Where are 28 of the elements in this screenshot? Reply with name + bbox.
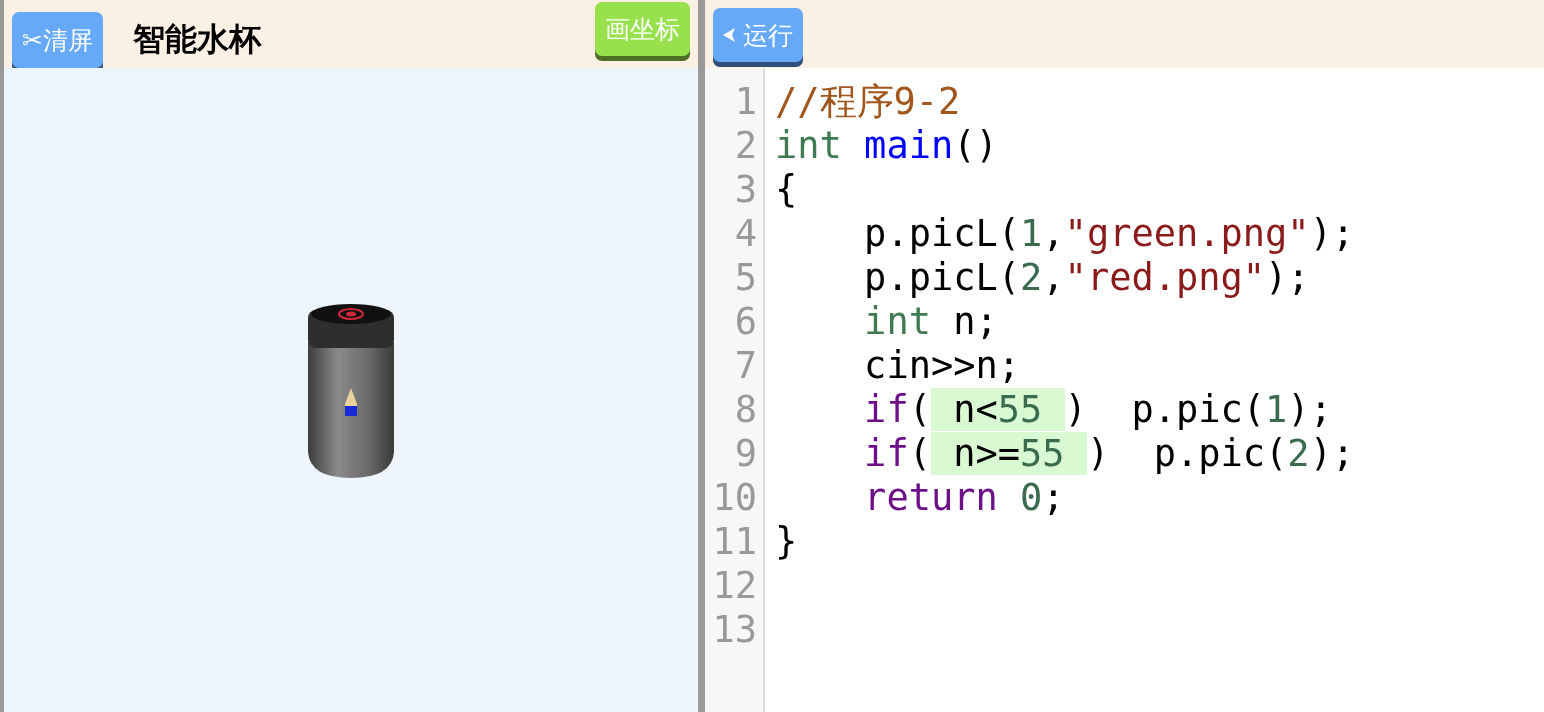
app-title: 智能水杯: [132, 19, 263, 60]
line-number: 3: [733, 168, 758, 212]
line-number: 12: [711, 564, 758, 608]
panel-splitter[interactable]: [698, 0, 705, 712]
code-line: if( n>=55 ) p.pic(2);: [863, 432, 1355, 476]
code-line: int n;: [863, 300, 999, 344]
line-number: 7: [733, 344, 758, 388]
line-number: 13: [711, 608, 758, 652]
code-line: int main(): [775, 124, 999, 168]
line-number: 9: [733, 432, 758, 476]
line-number: 11: [711, 520, 758, 564]
code-line: p.picL(1,"green.png");: [863, 212, 1355, 256]
code-line: if( n<55 ) p.pic(1);: [863, 388, 1333, 432]
line-number: 4: [733, 212, 758, 256]
code-line: {: [775, 168, 799, 212]
code-line: p.picL(2,"red.png");: [863, 256, 1311, 300]
line-number: 8: [733, 388, 758, 432]
code-line: cin>>n;: [863, 344, 1022, 388]
line-number: 6: [733, 300, 758, 344]
line-number: 10: [711, 476, 758, 520]
code-line: //程序9-2: [775, 80, 962, 124]
triangle-icon: [723, 28, 735, 42]
clear-screen-button[interactable]: ✂清屏: [12, 12, 103, 68]
line-number: 1: [733, 80, 758, 124]
line-number: 2: [733, 124, 758, 168]
line-number: 5: [733, 256, 758, 300]
code-line: return 0;: [863, 476, 1066, 520]
code-line: }: [775, 520, 799, 564]
